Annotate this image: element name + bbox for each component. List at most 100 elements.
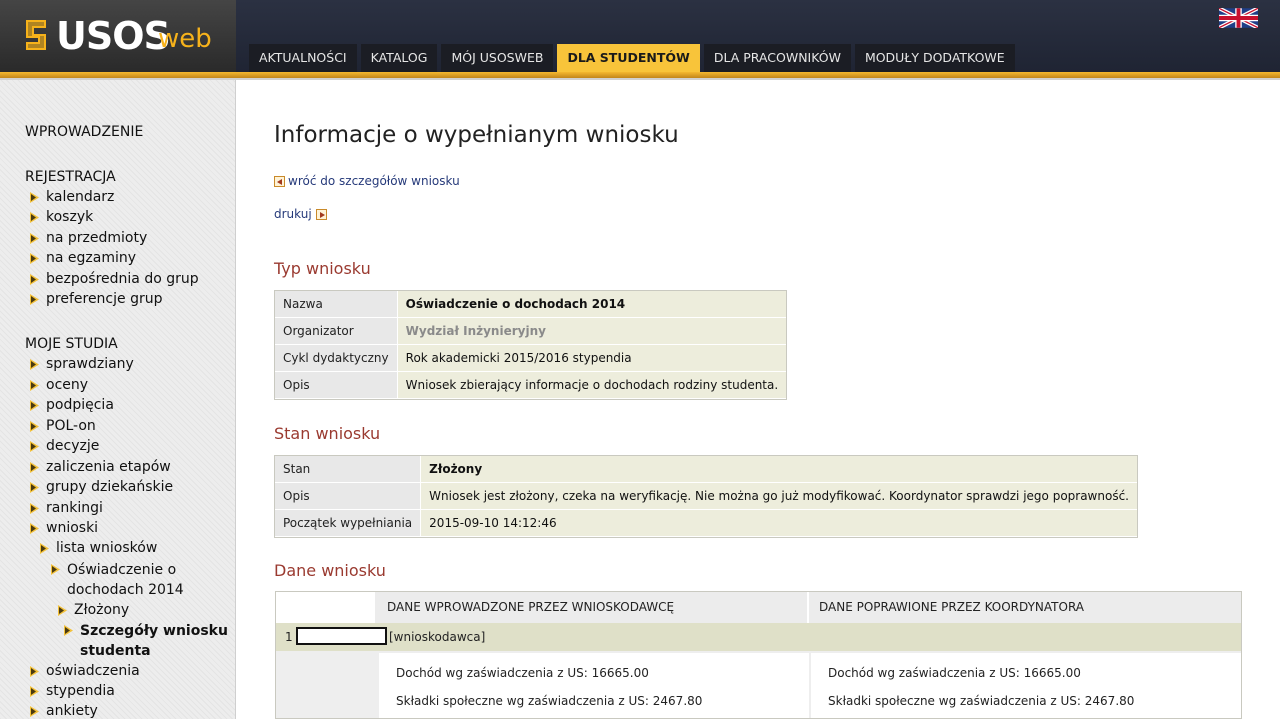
sidebar-item-oswiadczenie[interactable]: Oświadczenie o dochodach 2014 — [51, 561, 184, 600]
sidebar-item-na-egzaminy[interactable]: na egzaminy — [30, 250, 136, 266]
sidebar-item-pol-on[interactable]: POL-on — [30, 418, 96, 434]
sidebar-item-koszyk[interactable]: koszyk — [30, 209, 93, 225]
arrow-bullet-icon — [30, 380, 39, 391]
arrow-bullet-icon — [30, 462, 39, 473]
stan-wniosku-table: Stan Złożony Opis Wniosek jest złożony, … — [274, 455, 1138, 538]
arrow-bullet-icon — [30, 523, 39, 534]
logo-text-web: web — [158, 24, 212, 54]
sidebar-item-label: Oświadczenie o dochodach 2014 — [67, 560, 184, 600]
tab-moduly-dodatkowe[interactable]: MODUŁY DODATKOWE — [854, 44, 1015, 72]
top-header: USOS web AKTUALNOŚCI KATALOG MÓJ USOSWEB… — [0, 0, 1280, 72]
field-label: Początek wypełniania — [275, 510, 422, 537]
sidebar-item-label: koszyk — [46, 209, 94, 225]
redacted-name-box — [296, 627, 387, 645]
sidebar-item-decyzje[interactable]: decyzje — [30, 438, 99, 454]
table-row: Stan Złożony — [275, 456, 1137, 483]
tab-moj-usosweb[interactable]: MÓJ USOSWEB — [441, 44, 554, 72]
sidebar-item-grupy-dziekanskie[interactable]: grupy dziekańskie — [30, 479, 173, 495]
sidebar-item-stypendia[interactable]: stypendia — [30, 683, 115, 699]
arrow-bullet-icon — [40, 543, 49, 554]
sidebar-item-sprawdziany[interactable]: sprawdziany — [30, 356, 134, 372]
sidebar-item-kalendarz[interactable]: kalendarz — [30, 189, 114, 205]
arrow-bullet-icon — [30, 666, 39, 677]
dane-wniosku-table: DANE WPROWADZONE PRZEZ WNIOSKODAWCĘ DANE… — [275, 591, 1242, 719]
table-row-person: 1 [wnioskodawca] — [276, 623, 1241, 651]
arrow-bullet-icon — [30, 421, 39, 432]
page-title: Informacje o wypełnianym wniosku — [274, 122, 679, 148]
sidebar-item-label: decyzje — [46, 438, 100, 454]
print-link[interactable]: drukuj — [274, 207, 327, 221]
back-link-label: wróć do szczegółów wniosku — [288, 174, 460, 188]
arrow-bullet-icon — [30, 192, 39, 203]
header-empty-cell — [276, 592, 377, 623]
skladki-value: Składki społeczne wg zaświadczenia z US:… — [396, 694, 703, 708]
table-row: Cykl dydaktyczny Rok akademicki 2015/201… — [275, 345, 787, 372]
sidebar-item-label: Złożony — [74, 602, 130, 618]
arrow-bullet-icon — [30, 441, 39, 452]
field-value: 2015-09-10 14:12:46 — [421, 510, 1137, 537]
sidebar-item-rankingi[interactable]: rankingi — [30, 500, 103, 516]
sidebar-item-label: grupy dziekańskie — [46, 479, 174, 495]
arrow-bullet-icon — [51, 564, 60, 575]
arrow-bullet-icon — [30, 294, 39, 305]
field-label: Stan — [275, 456, 422, 483]
arrow-bullet-icon — [30, 706, 39, 717]
field-label: Opis — [275, 483, 422, 510]
sidebar-heading-wprowadzenie[interactable]: WPROWADZENIE — [25, 124, 143, 140]
field-value: Wniosek zbierający informacje o dochodac… — [397, 372, 787, 399]
field-value: Wydział Inżynieryjny — [397, 318, 787, 345]
logo-text-usos: USOS — [56, 14, 171, 58]
sidebar-item-na-przedmioty[interactable]: na przedmioty — [30, 230, 147, 246]
sidebar-item-zaliczenia-etapow[interactable]: zaliczenia etapów — [30, 459, 171, 475]
field-value: Złożony — [421, 456, 1137, 483]
field-label: Opis — [275, 372, 398, 399]
field-label: Organizator — [275, 318, 398, 345]
english-flag-icon[interactable] — [1219, 8, 1258, 28]
sidebar-item-label: wnioski — [46, 520, 99, 536]
header-coordinator: DANE POPRAWIONE PRZEZ KOORDYNATORA — [811, 592, 1241, 623]
sidebar-item-zlozony[interactable]: Złożony — [58, 602, 129, 618]
sidebar-item-preferencje-grup[interactable]: preferencje grup — [30, 291, 162, 307]
tab-katalog[interactable]: KATALOG — [360, 44, 438, 72]
section-heading-typ: Typ wniosku — [274, 259, 371, 278]
sidebar-item-label: bezpośrednia do grup — [46, 271, 199, 287]
arrow-bullet-icon — [58, 605, 67, 616]
coordinator-values-cell: Dochód wg zaświadczenia z US: 16665.00 S… — [811, 653, 1241, 718]
table-row: Opis Wniosek zbierający informacje o doc… — [275, 372, 787, 399]
sidebar-item-bezposrednia-do-grup[interactable]: bezpośrednia do grup — [30, 271, 199, 287]
logo[interactable]: USOS web — [0, 0, 236, 72]
typ-wniosku-table: Nazwa Oświadczenie o dochodach 2014 Orga… — [274, 290, 788, 400]
sidebar-item-podpiecia[interactable]: podpięcia — [30, 397, 114, 413]
tab-dla-studentow[interactable]: DLA STUDENTÓW — [557, 44, 700, 72]
arrow-bullet-icon — [30, 503, 39, 514]
sidebar-item-label: kalendarz — [46, 189, 115, 205]
arrow-bullet-icon — [30, 253, 39, 264]
label-line-1: Oświadczenie o — [67, 562, 177, 578]
section-heading-dane: Dane wniosku — [274, 561, 386, 580]
table-row: Nazwa Oświadczenie o dochodach 2014 — [275, 291, 787, 318]
sidebar-item-szczegoly-wniosku[interactable]: Szczegóły wniosku studenta — [64, 622, 228, 661]
arrow-bullet-icon — [30, 359, 39, 370]
sidebar-heading-moje-studia[interactable]: MOJE STUDIA — [25, 336, 118, 352]
sidebar-item-label: Szczegóły wniosku studenta — [80, 621, 228, 661]
sidebar-item-ankiety[interactable]: ankiety — [30, 703, 98, 719]
dochod-value: Dochód wg zaświadczenia z US: 16665.00 — [828, 666, 1081, 680]
sidebar-item-wnioski[interactable]: wnioski — [30, 520, 98, 536]
main-nav-tabs: AKTUALNOŚCI KATALOG MÓJ USOSWEB DLA STUD… — [249, 44, 1015, 72]
back-to-details-link[interactable]: wróć do szczegółów wniosku — [274, 174, 460, 188]
forward-arrow-icon — [315, 208, 327, 220]
header-applicant: DANE WPROWADZONE PRZEZ WNIOSKODAWCĘ — [379, 592, 809, 623]
arrow-bullet-icon — [30, 400, 39, 411]
row-number: 1 — [285, 630, 293, 644]
tab-aktualnosci[interactable]: AKTUALNOŚCI — [249, 44, 357, 72]
sidebar-item-oswiadczenia[interactable]: oświadczenia — [30, 663, 140, 679]
sidebar-item-label: rankingi — [46, 500, 103, 516]
sidebar-item-oceny[interactable]: oceny — [30, 377, 88, 393]
sidebar-heading-rejestracja[interactable]: REJESTRACJA — [25, 169, 116, 185]
sidebar-item-lista-wnioskow[interactable]: lista wniosków — [40, 540, 157, 556]
label-line-2: studenta — [80, 643, 151, 659]
arrow-bullet-icon — [64, 625, 73, 636]
table-row: Opis Wniosek jest złożony, czeka na wery… — [275, 483, 1137, 510]
arrow-bullet-icon — [30, 482, 39, 493]
tab-dla-pracownikow[interactable]: DLA PRACOWNIKÓW — [703, 44, 851, 72]
